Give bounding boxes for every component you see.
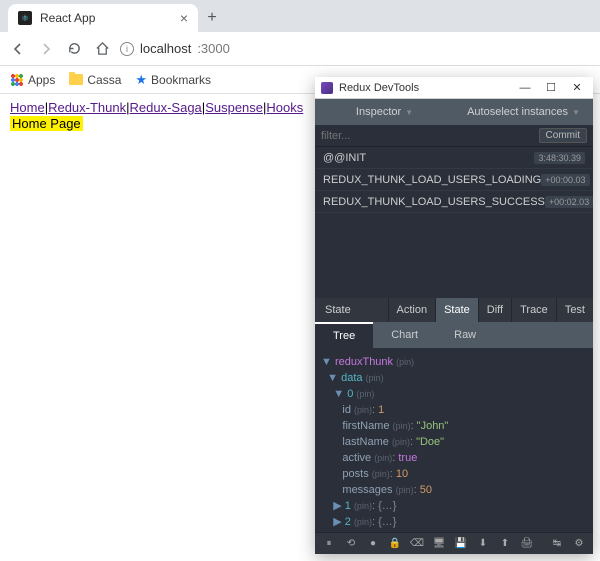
view-tabs-row: Tree Chart Raw	[315, 322, 593, 348]
back-button[interactable]	[8, 39, 28, 59]
action-row[interactable]: REDUX_THUNK_LOAD_USERS_LOADING+00:00.03	[315, 169, 593, 191]
commit-button[interactable]: Commit	[539, 128, 587, 143]
apps-shortcut[interactable]: Apps	[10, 73, 55, 87]
devtools-bottom-toolbar: ⏸ ⟲ ● 🔒 ⌫ 🖥 💾 ⬇ ⬆ 🖨 ↹ ⚙	[315, 532, 593, 554]
chevron-down-icon: ▼	[405, 108, 413, 117]
devtools-header: Inspector▼ Autoselect instances▼	[315, 99, 593, 125]
upload-icon[interactable]: ⬆	[495, 535, 515, 553]
lock-icon[interactable]: 🔒	[385, 535, 405, 553]
link-home[interactable]: Home	[10, 100, 45, 115]
step-back-icon[interactable]: ⟲	[341, 535, 361, 553]
link-redux-saga[interactable]: Redux-Saga	[130, 100, 202, 115]
home-button[interactable]	[92, 39, 112, 59]
forward-button[interactable]	[36, 39, 56, 59]
page-title: Home Page	[10, 116, 83, 131]
print-icon[interactable]: 🖨	[517, 535, 537, 553]
action-list-empty	[315, 213, 593, 298]
tab-trace[interactable]: Trace	[511, 298, 556, 322]
action-row[interactable]: REDUX_THUNK_LOAD_USERS_SUCCESS+00:02.03	[315, 191, 593, 213]
folder-icon	[69, 74, 83, 85]
filter-input[interactable]	[321, 130, 533, 142]
tab-action[interactable]: Action	[388, 298, 436, 322]
timestamp-badge: 3:48:30.39	[534, 152, 585, 164]
filter-row: Commit	[315, 125, 593, 147]
chevron-down-icon: ▼	[572, 108, 580, 117]
tab-state[interactable]: State	[435, 298, 478, 322]
slider-icon[interactable]: ↹	[547, 535, 567, 553]
tab-test[interactable]: Test	[556, 298, 593, 322]
minimize-button[interactable]: —	[515, 82, 535, 94]
timestamp-badge: +00:00.03	[541, 174, 589, 186]
site-info-icon[interactable]: i	[120, 42, 134, 56]
monitor-icon[interactable]: 🖥	[429, 535, 449, 553]
apps-icon	[10, 73, 24, 87]
instances-select[interactable]: Autoselect instances▼	[454, 106, 593, 118]
url-host: localhost	[140, 41, 191, 56]
pause-icon[interactable]: ⏸	[319, 535, 339, 553]
redux-icon	[321, 82, 333, 94]
star-icon: ★	[135, 72, 147, 88]
close-tab-icon[interactable]: ×	[180, 10, 188, 26]
action-row[interactable]: @@INIT3:48:30.39	[315, 147, 593, 169]
close-button[interactable]: ✕	[567, 81, 587, 94]
link-suspense[interactable]: Suspense	[205, 100, 263, 115]
browser-tab-bar: ⚛ React App × +	[0, 0, 600, 32]
state-tabs-row: State Action State Diff Trace Test	[315, 298, 593, 322]
browser-tab[interactable]: ⚛ React App ×	[8, 4, 198, 32]
link-redux-thunk[interactable]: Redux-Thunk	[48, 100, 126, 115]
devtools-titlebar: Redux DevTools — ☐ ✕	[315, 77, 593, 99]
inspector-select[interactable]: Inspector▼	[315, 106, 454, 118]
devtools-title: Redux DevTools	[339, 82, 419, 94]
bookmark-cassa[interactable]: Cassa	[69, 73, 121, 87]
tab-chart[interactable]: Chart	[373, 322, 436, 348]
tab-raw[interactable]: Raw	[436, 322, 494, 348]
timestamp-badge: +00:02.03	[545, 196, 593, 208]
tab-title: React App	[40, 11, 95, 25]
redux-devtools-panel: Redux DevTools — ☐ ✕ Inspector▼ Autosele…	[315, 77, 593, 554]
tab-tree[interactable]: Tree	[315, 322, 373, 348]
download-icon[interactable]: ⬇	[473, 535, 493, 553]
state-label: State	[315, 304, 361, 316]
reload-button[interactable]	[64, 39, 84, 59]
link-hooks[interactable]: Hooks	[266, 100, 303, 115]
record-icon[interactable]: ●	[363, 535, 383, 553]
url-port: :3000	[197, 41, 230, 56]
browser-toolbar: i localhost :3000	[0, 32, 600, 66]
save-icon[interactable]: 💾	[451, 535, 471, 553]
bookmark-bookmarks[interactable]: ★Bookmarks	[135, 72, 211, 88]
address-bar[interactable]: i localhost :3000	[120, 41, 230, 56]
action-list: @@INIT3:48:30.39 REDUX_THUNK_LOAD_USERS_…	[315, 147, 593, 213]
clear-icon[interactable]: ⌫	[407, 535, 427, 553]
state-tree[interactable]: ▼ reduxThunk (pin) ▼ data (pin) ▼ 0 (pin…	[315, 348, 593, 532]
tab-diff[interactable]: Diff	[478, 298, 511, 322]
maximize-button[interactable]: ☐	[541, 81, 561, 94]
new-tab-button[interactable]: +	[198, 4, 226, 32]
settings-icon[interactable]: ⚙	[569, 535, 589, 553]
react-favicon: ⚛	[18, 11, 32, 25]
